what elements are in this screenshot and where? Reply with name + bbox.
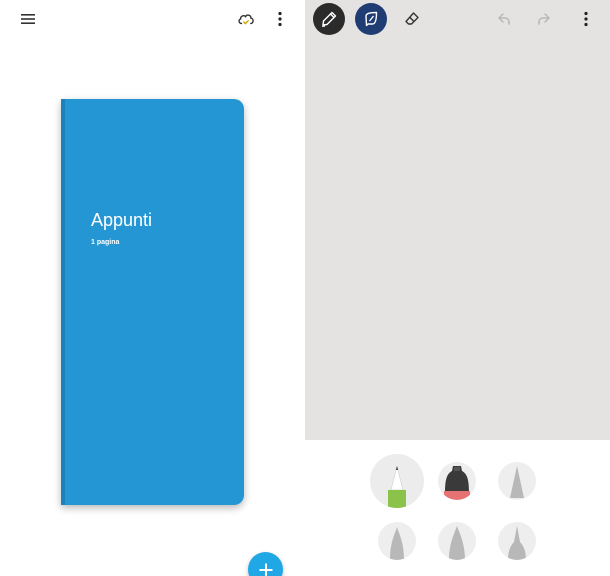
brush-calligraphy[interactable]	[378, 522, 416, 560]
brush-airbrush[interactable]	[498, 522, 536, 560]
pen-tool-button[interactable]	[313, 3, 345, 35]
pencil-brush-icon	[388, 465, 406, 508]
marker-brush-icon	[444, 466, 470, 500]
more-vertical-icon[interactable]	[266, 5, 294, 33]
cloud-sync-icon[interactable]	[232, 5, 260, 33]
hamburger-menu-icon[interactable]	[14, 5, 42, 33]
calligraphy-brush-icon	[390, 527, 404, 560]
pen-icon	[322, 11, 337, 27]
redo-button[interactable]	[528, 3, 560, 35]
watercolor-brush-icon	[449, 526, 465, 560]
drawing-canvas[interactable]	[305, 0, 610, 440]
highlighter-tool-button[interactable]	[355, 3, 387, 35]
eraser-tool-button[interactable]	[396, 3, 428, 35]
redo-icon	[538, 13, 550, 25]
brush-pencil[interactable]	[370, 454, 424, 508]
add-notebook-button[interactable]	[248, 552, 283, 576]
undo-icon	[498, 13, 510, 25]
eraser-icon	[405, 12, 419, 25]
brush-fineliner[interactable]	[498, 462, 536, 500]
editor-screen	[305, 0, 610, 576]
notebook-page-count: 1 pagina	[91, 239, 120, 246]
plus-icon	[259, 563, 272, 576]
app-screens: Appunti 1 pagina	[0, 0, 610, 576]
airbrush-brush-icon	[508, 526, 526, 560]
notebook-card[interactable]: Appunti 1 pagina	[61, 99, 244, 505]
notebook-title: Appunti	[91, 210, 153, 230]
library-screen: Appunti 1 pagina	[0, 0, 305, 576]
more-vertical-icon[interactable]	[570, 3, 602, 35]
fineliner-brush-icon	[510, 466, 524, 498]
brush-watercolor[interactable]	[438, 522, 476, 560]
undo-button[interactable]	[488, 3, 520, 35]
highlighter-icon	[365, 11, 378, 27]
notebook-spine	[61, 99, 65, 505]
brush-marker[interactable]	[438, 462, 476, 500]
